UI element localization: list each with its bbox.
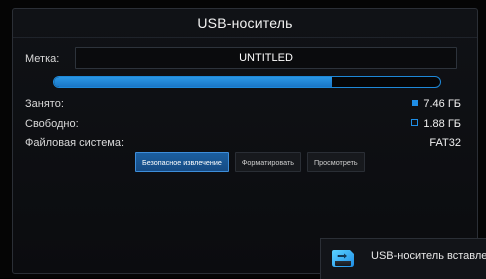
used-space-row: Занято: 7.46 ГБ [25, 96, 465, 112]
free-space-value-wrap: 1.88 ГБ [411, 116, 461, 132]
usage-bar [53, 76, 441, 88]
free-space-value: 1.88 ГБ [423, 118, 461, 130]
usb-dialog: USB-носитель Метка: UNTITLED Занято: 7.4… [12, 8, 478, 274]
usb-drive-icon [332, 250, 354, 267]
used-space-label: Занято: [25, 98, 64, 110]
used-space-value-wrap: 7.46 ГБ [412, 96, 461, 112]
free-space-label: Свободно: [25, 118, 79, 130]
dialog-title-bar: USB-носитель [13, 9, 477, 38]
safe-eject-button[interactable]: Безопасное извлечение [135, 152, 229, 172]
used-space-value: 7.46 ГБ [423, 98, 461, 110]
filesystem-row: Файловая система: FAT32 [25, 135, 465, 151]
dialog-title: USB-носитель [197, 15, 293, 31]
free-space-row: Свободно: 1.88 ГБ [25, 116, 465, 132]
volume-label-field[interactable]: UNTITLED [75, 47, 457, 69]
usage-bar-fill [54, 77, 332, 87]
browse-button[interactable]: Просмотреть [307, 152, 365, 172]
format-button[interactable]: Форматировать [234, 152, 302, 172]
usb-inserted-notification: USB-носитель вставлен [320, 238, 486, 279]
action-buttons: Безопасное извлечение Форматировать Прос… [135, 152, 365, 172]
label-row: Метка: UNTITLED [25, 47, 465, 69]
notification-text: USB-носитель вставлен [371, 250, 486, 262]
label-field-label: Метка: [25, 53, 60, 65]
used-legend-square-icon [412, 100, 419, 106]
screen: USB-носитель Метка: UNTITLED Занято: 7.4… [0, 0, 486, 279]
free-legend-square-icon [411, 119, 419, 126]
filesystem-value: FAT32 [429, 137, 461, 149]
filesystem-label: Файловая система: [25, 137, 125, 149]
